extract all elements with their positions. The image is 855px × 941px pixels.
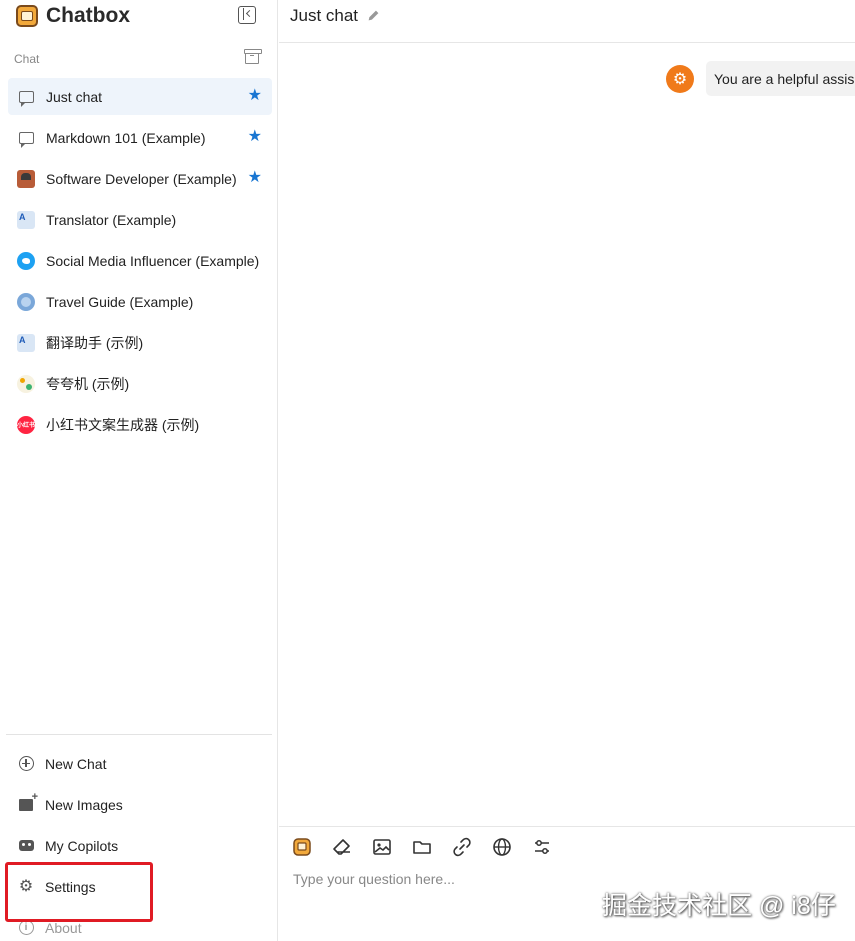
star-icon[interactable]: ★ xyxy=(248,128,262,146)
chat-item-label: Markdown 101 (Example) xyxy=(46,129,206,146)
gear-icon: ⚙ xyxy=(18,877,34,895)
message-bubble: You are a helpful assis xyxy=(706,61,855,96)
chat-item-label: Software Developer (Example) xyxy=(46,170,237,187)
new-images-label: New Images xyxy=(45,796,123,813)
sidebar-divider xyxy=(6,734,272,735)
sidebar: Chatbox Chat Just chat ★ Markdown 101 (E… xyxy=(0,0,278,941)
composer-toolbar xyxy=(291,836,571,858)
about-button[interactable]: i About xyxy=(8,907,272,941)
chat-item-label: Social Media Influencer (Example) xyxy=(46,252,260,269)
brand: Chatbox xyxy=(16,4,130,28)
globe-icon[interactable] xyxy=(491,836,513,858)
system-message: ⚙ You are a helpful assis xyxy=(666,61,855,96)
sliders-icon[interactable] xyxy=(531,836,553,858)
info-icon: i xyxy=(18,920,34,935)
chat-item-label: Just chat xyxy=(46,88,103,105)
xiaohongshu-avatar: 小红书 xyxy=(17,415,35,434)
robot-icon xyxy=(18,840,34,851)
chat-item-social-media-influencer[interactable]: Social Media Influencer (Example) xyxy=(8,242,272,279)
watermark: 掘金技术社区 @ i8仔 xyxy=(602,892,836,920)
sidebar-bottom-menu: New Chat New Images My Copilots ⚙ Settin… xyxy=(8,743,272,941)
chat-header: Just chat xyxy=(279,0,855,43)
star-icon[interactable]: ★ xyxy=(248,87,262,105)
collapse-sidebar-icon[interactable] xyxy=(238,6,256,24)
plus-circle-icon xyxy=(18,756,34,771)
eraser-icon[interactable] xyxy=(331,836,353,858)
chat-item-software-developer[interactable]: Software Developer (Example) ★ xyxy=(8,160,272,197)
translator-avatar xyxy=(17,333,35,352)
chat-item-label: 小红书文案生成器 (示例) xyxy=(46,416,200,433)
chat-item-markdown-101[interactable]: Markdown 101 (Example) ★ xyxy=(8,119,272,156)
composer xyxy=(279,826,855,941)
link-icon[interactable] xyxy=(451,836,473,858)
new-chat-button[interactable]: New Chat xyxy=(8,743,272,784)
edit-pencil-icon[interactable] xyxy=(367,9,380,22)
twitter-avatar xyxy=(17,251,35,270)
chatbox-logo-icon[interactable] xyxy=(291,836,313,858)
new-chat-label: New Chat xyxy=(45,755,107,772)
translator-avatar xyxy=(17,210,35,229)
app-name: Chatbox xyxy=(46,4,130,27)
chat-item-label: 翻译助手 (示例) xyxy=(46,334,144,351)
about-label: About xyxy=(45,919,82,936)
settings-button[interactable]: ⚙ Settings xyxy=(8,866,272,907)
chat-item-kuakua-ji[interactable]: 夸夸机 (示例) xyxy=(8,365,272,402)
chat-list: Just chat ★ Markdown 101 (Example) ★ Sof… xyxy=(8,78,272,447)
chatbox-logo-icon xyxy=(16,5,38,27)
new-images-button[interactable]: New Images xyxy=(8,784,272,825)
developer-avatar xyxy=(17,169,35,188)
chat-item-xiaohongshu[interactable]: 小红书 小红书文案生成器 (示例) xyxy=(8,406,272,443)
star-icon[interactable]: ★ xyxy=(248,169,262,187)
my-copilots-button[interactable]: My Copilots xyxy=(8,825,272,866)
kuakua-avatar xyxy=(17,374,35,393)
chat-item-label: 夸夸机 (示例) xyxy=(46,375,130,392)
image-icon[interactable] xyxy=(371,836,393,858)
chat-main: Just chat ⚙ You are a helpful assis xyxy=(279,0,855,941)
chat-section-label: Chat xyxy=(14,52,40,66)
message-input[interactable] xyxy=(293,871,833,887)
image-add-icon xyxy=(19,791,38,811)
chat-title: Just chat xyxy=(290,6,359,25)
chat-item-label: Translator (Example) xyxy=(46,211,177,228)
settings-label: Settings xyxy=(45,878,96,895)
chat-bubble-icon xyxy=(18,90,34,107)
chat-bubble-icon xyxy=(18,131,34,148)
chat-item-just-chat[interactable]: Just chat ★ xyxy=(8,78,272,115)
folder-icon[interactable] xyxy=(411,836,433,858)
chat-item-label: Travel Guide (Example) xyxy=(46,293,194,310)
my-copilots-label: My Copilots xyxy=(45,837,119,854)
chat-item-travel-guide[interactable]: Travel Guide (Example) xyxy=(8,283,272,320)
chat-item-translator[interactable]: Translator (Example) xyxy=(8,201,272,238)
archive-icon[interactable] xyxy=(244,49,262,64)
system-avatar-gear-icon: ⚙ xyxy=(666,64,694,93)
chat-item-fanyi-zhushou[interactable]: 翻译助手 (示例) xyxy=(8,324,272,361)
travel-avatar xyxy=(17,292,35,311)
